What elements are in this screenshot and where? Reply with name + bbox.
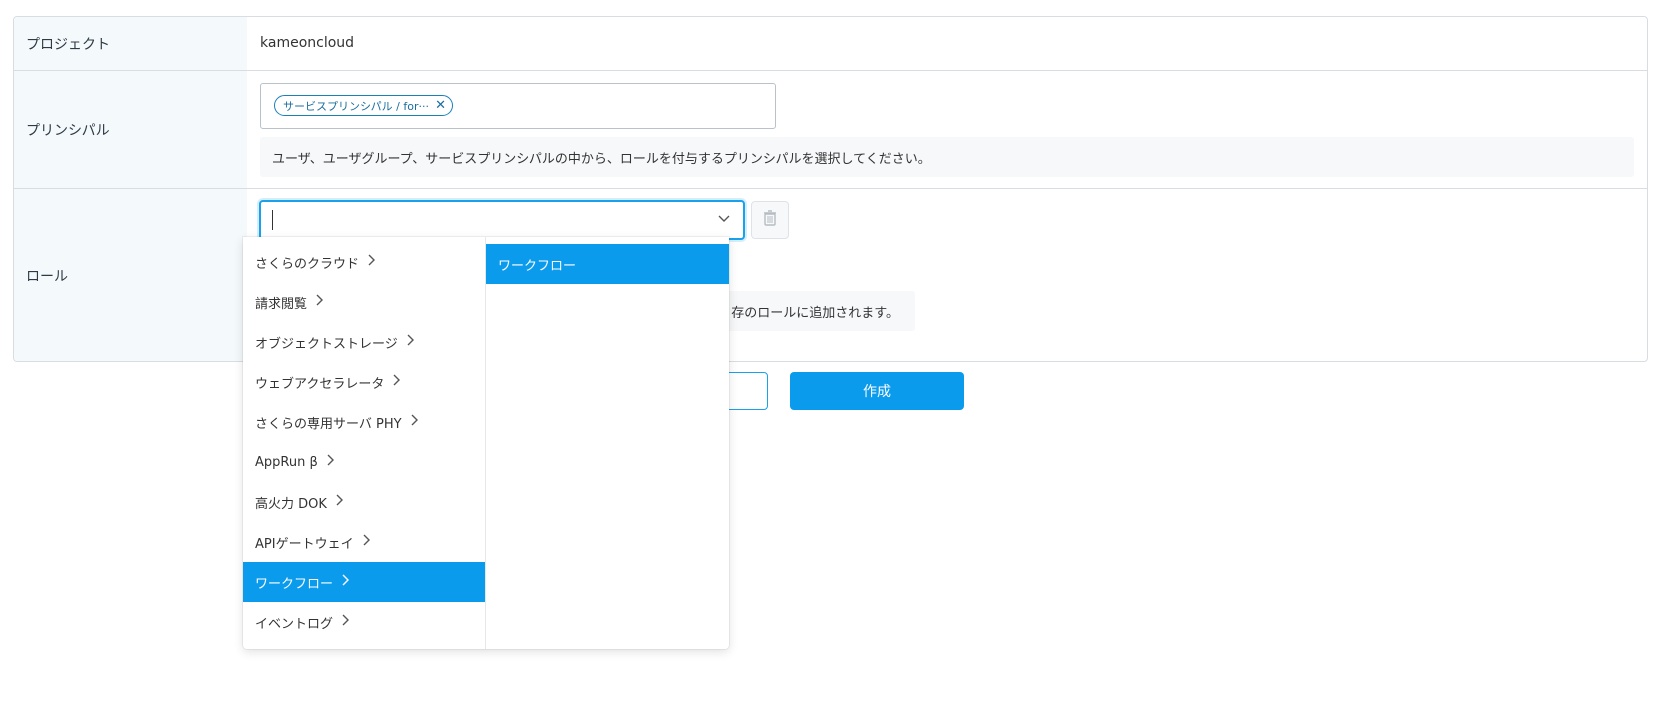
category-menu-item-label: さくらの専用サーバ PHY bbox=[255, 416, 402, 432]
category-menu-item[interactable]: AppRun β bbox=[243, 442, 485, 482]
category-menu-item[interactable]: オブジェクトストレージ bbox=[243, 322, 485, 362]
role-label: ロール bbox=[14, 189, 247, 361]
category-menu-item-label: ウェブアクセラレータ bbox=[255, 376, 385, 392]
category-menu-item[interactable]: ワークフロー bbox=[243, 562, 485, 602]
role-menu-item[interactable]: ワークフロー bbox=[486, 244, 729, 284]
chevron-down-icon[interactable] bbox=[717, 211, 731, 229]
category-menu-item-label: 請求閲覧 bbox=[255, 296, 308, 312]
category-menu-item[interactable]: さくらのクラウド bbox=[243, 242, 485, 282]
category-menu-item[interactable]: 高火力 DOK bbox=[243, 482, 485, 522]
principal-label: プリンシパル bbox=[14, 71, 247, 188]
role-menu-item-label: ワークフロー bbox=[498, 258, 577, 274]
project-value: kameoncloud bbox=[260, 35, 355, 51]
text-cursor bbox=[272, 210, 273, 230]
close-icon[interactable]: ✕ bbox=[435, 98, 446, 113]
chevron-right-icon bbox=[326, 454, 335, 470]
role-menu: ワークフロー bbox=[486, 237, 729, 649]
role-select-input[interactable] bbox=[259, 200, 745, 240]
chevron-right-icon bbox=[367, 254, 376, 270]
principal-row: プリンシパル サービスプリンシパル / for··· ✕ ユーザ、ユーザグループ… bbox=[14, 71, 1647, 189]
category-menu-item[interactable]: さくらの専用サーバ PHY bbox=[243, 402, 485, 442]
chevron-right-icon bbox=[335, 494, 344, 510]
chevron-right-icon bbox=[392, 374, 401, 390]
category-menu-item-label: さくらのクラウド bbox=[255, 256, 360, 272]
chevron-right-icon bbox=[410, 414, 419, 430]
chevron-right-icon bbox=[341, 614, 350, 630]
category-menu-item[interactable]: 請求閲覧 bbox=[243, 282, 485, 322]
category-menu-item-label: 高火力 DOK bbox=[255, 496, 327, 512]
category-menu-item-label: ワークフロー bbox=[255, 576, 334, 592]
principal-help-text: ユーザ、ユーザグループ、サービスプリンシパルの中から、ロールを付与するプリンシパ… bbox=[260, 137, 1634, 177]
chevron-right-icon bbox=[341, 574, 350, 590]
principal-chip: サービスプリンシパル / for··· ✕ bbox=[274, 95, 453, 116]
principal-chip-label: サービスプリンシパル / for··· bbox=[283, 99, 429, 113]
project-row: プロジェクト kameoncloud bbox=[14, 17, 1647, 71]
trash-icon bbox=[763, 210, 777, 230]
principal-multiselect[interactable]: サービスプリンシパル / for··· ✕ bbox=[260, 83, 776, 129]
category-menu-item-label: APIゲートウェイ bbox=[255, 536, 354, 552]
category-menu-item[interactable]: ウェブアクセラレータ bbox=[243, 362, 485, 402]
project-label: プロジェクト bbox=[14, 17, 247, 70]
chevron-right-icon bbox=[406, 334, 415, 350]
create-button[interactable]: 作成 bbox=[790, 372, 964, 410]
chevron-right-icon bbox=[315, 294, 324, 310]
delete-role-button[interactable] bbox=[751, 201, 789, 239]
category-menu-item[interactable]: APIゲートウェイ bbox=[243, 522, 485, 562]
category-menu-item-label: AppRun β bbox=[255, 454, 318, 470]
category-menu-item-label: オブジェクトストレージ bbox=[255, 336, 398, 352]
category-menu: さくらのクラウド 請求閲覧オブジェクトストレージ ウェブアクセラレータさくらの専用サ… bbox=[243, 237, 486, 649]
chevron-right-icon bbox=[362, 534, 371, 550]
category-menu-item-label: イベントログ bbox=[255, 616, 334, 632]
category-menu-item[interactable]: イベントログ bbox=[243, 602, 485, 642]
role-cascader-dropdown: さくらのクラウド 請求閲覧オブジェクトストレージ ウェブアクセラレータさくらの専用サ… bbox=[243, 237, 729, 649]
